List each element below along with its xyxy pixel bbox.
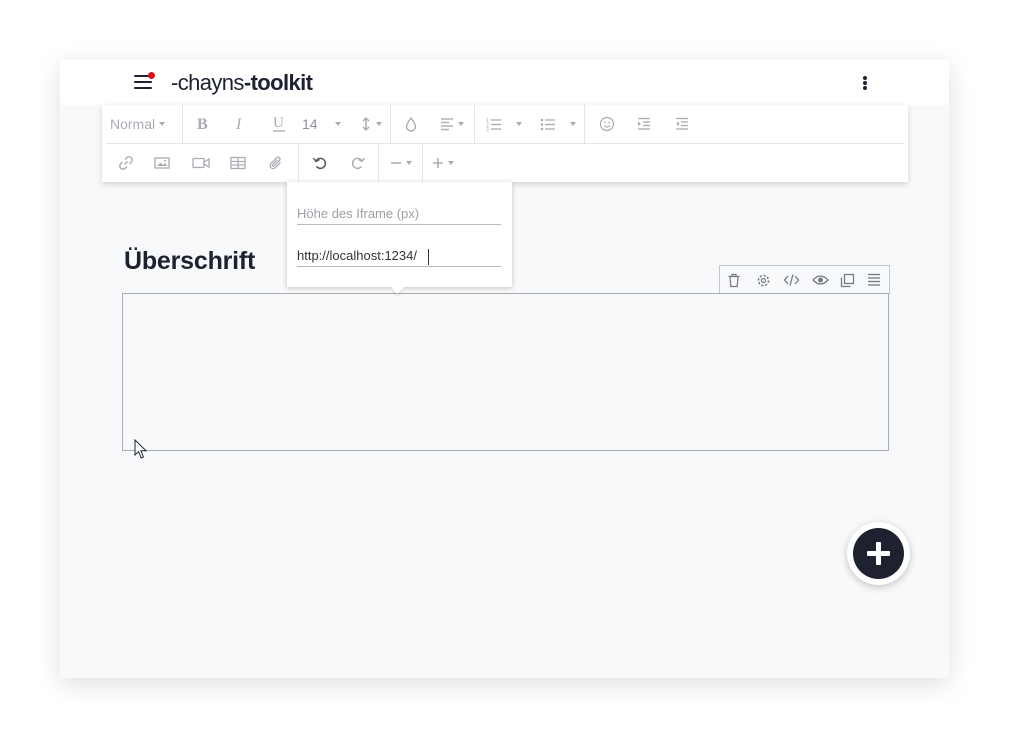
chevron-down-icon: [334, 122, 341, 126]
plus-icon: [853, 528, 904, 579]
attachment-icon[interactable]: [268, 153, 284, 173]
editor-toolbar: Normal B I U 14 123: [102, 105, 908, 182]
kebab-menu-icon[interactable]: [862, 76, 868, 90]
chevron-down-icon: [458, 122, 464, 126]
bullet-list-icon[interactable]: [540, 114, 576, 134]
svg-text:I: I: [235, 116, 242, 132]
toolbar-divider: [474, 105, 475, 143]
toolbar-divider: [390, 105, 391, 143]
ordered-list-icon[interactable]: 123: [486, 114, 522, 134]
chevron-down-icon: [406, 161, 412, 165]
emoji-icon[interactable]: [599, 114, 615, 134]
align-left-icon[interactable]: [440, 114, 464, 134]
hamburger-icon[interactable]: [134, 72, 155, 90]
undo-icon[interactable]: [312, 153, 328, 173]
indent-icon[interactable]: [637, 114, 651, 134]
table-icon[interactable]: [230, 153, 246, 173]
underline-icon[interactable]: U: [272, 114, 286, 134]
svg-text:B: B: [197, 116, 208, 132]
outdent-icon[interactable]: [675, 114, 689, 134]
iframe-toolbar: [719, 265, 890, 294]
image-icon[interactable]: [154, 153, 170, 173]
iframe-placeholder[interactable]: [122, 293, 889, 451]
toolbar-divider: [422, 144, 423, 182]
header-bar: -chayns-toolkit: [60, 60, 949, 105]
text-caret: [428, 249, 429, 265]
line-height-icon[interactable]: [360, 114, 382, 134]
chevron-down-icon: [570, 122, 576, 126]
color-drop-icon[interactable]: [405, 114, 417, 134]
paragraph-style-dropdown[interactable]: Normal: [110, 114, 166, 134]
align-justify-icon[interactable]: [865, 271, 883, 289]
link-icon[interactable]: [118, 153, 134, 173]
app-logo[interactable]: -chayns-toolkit: [171, 70, 313, 95]
chevron-down-icon: [376, 122, 382, 126]
logo-brand: -chayns: [171, 70, 244, 95]
trash-icon[interactable]: [725, 271, 743, 289]
chevron-down-icon: [159, 122, 166, 126]
font-size-value: 14: [302, 116, 318, 132]
chevron-down-icon: [448, 161, 454, 165]
toolbar-divider: [378, 144, 379, 182]
settings-icon[interactable]: [754, 271, 772, 289]
paragraph-style-label: Normal: [110, 116, 156, 132]
svg-text:U: U: [273, 115, 284, 131]
logo-product: -toolkit: [243, 70, 313, 95]
toolbar-row-2: [106, 144, 904, 182]
copy-icon[interactable]: [838, 271, 856, 289]
horizontal-rule-icon[interactable]: [390, 153, 412, 173]
chevron-down-icon: [516, 122, 522, 126]
toolbar-divider: [182, 105, 183, 143]
video-icon[interactable]: [192, 153, 210, 173]
mouse-cursor-icon: [134, 439, 148, 459]
iframe-height-input[interactable]: [297, 206, 501, 225]
italic-icon[interactable]: I: [234, 114, 248, 134]
toolbar-divider: [584, 105, 585, 143]
redo-icon[interactable]: [350, 153, 366, 173]
code-icon[interactable]: [782, 271, 800, 289]
iframe-settings-popup: [287, 182, 512, 294]
toolbar-divider: [298, 144, 299, 182]
bold-icon[interactable]: B: [196, 114, 210, 134]
font-size-dropdown[interactable]: 14: [302, 114, 341, 134]
toolbar-row-1: Normal B I U 14 123: [106, 105, 904, 144]
notification-badge: [148, 72, 155, 79]
content-heading[interactable]: Überschrift: [124, 247, 255, 276]
eye-icon[interactable]: [811, 271, 829, 289]
add-icon[interactable]: [432, 153, 454, 173]
svg-text:3: 3: [486, 127, 489, 131]
iframe-url-input[interactable]: [297, 248, 501, 267]
add-content-button[interactable]: [847, 522, 910, 585]
